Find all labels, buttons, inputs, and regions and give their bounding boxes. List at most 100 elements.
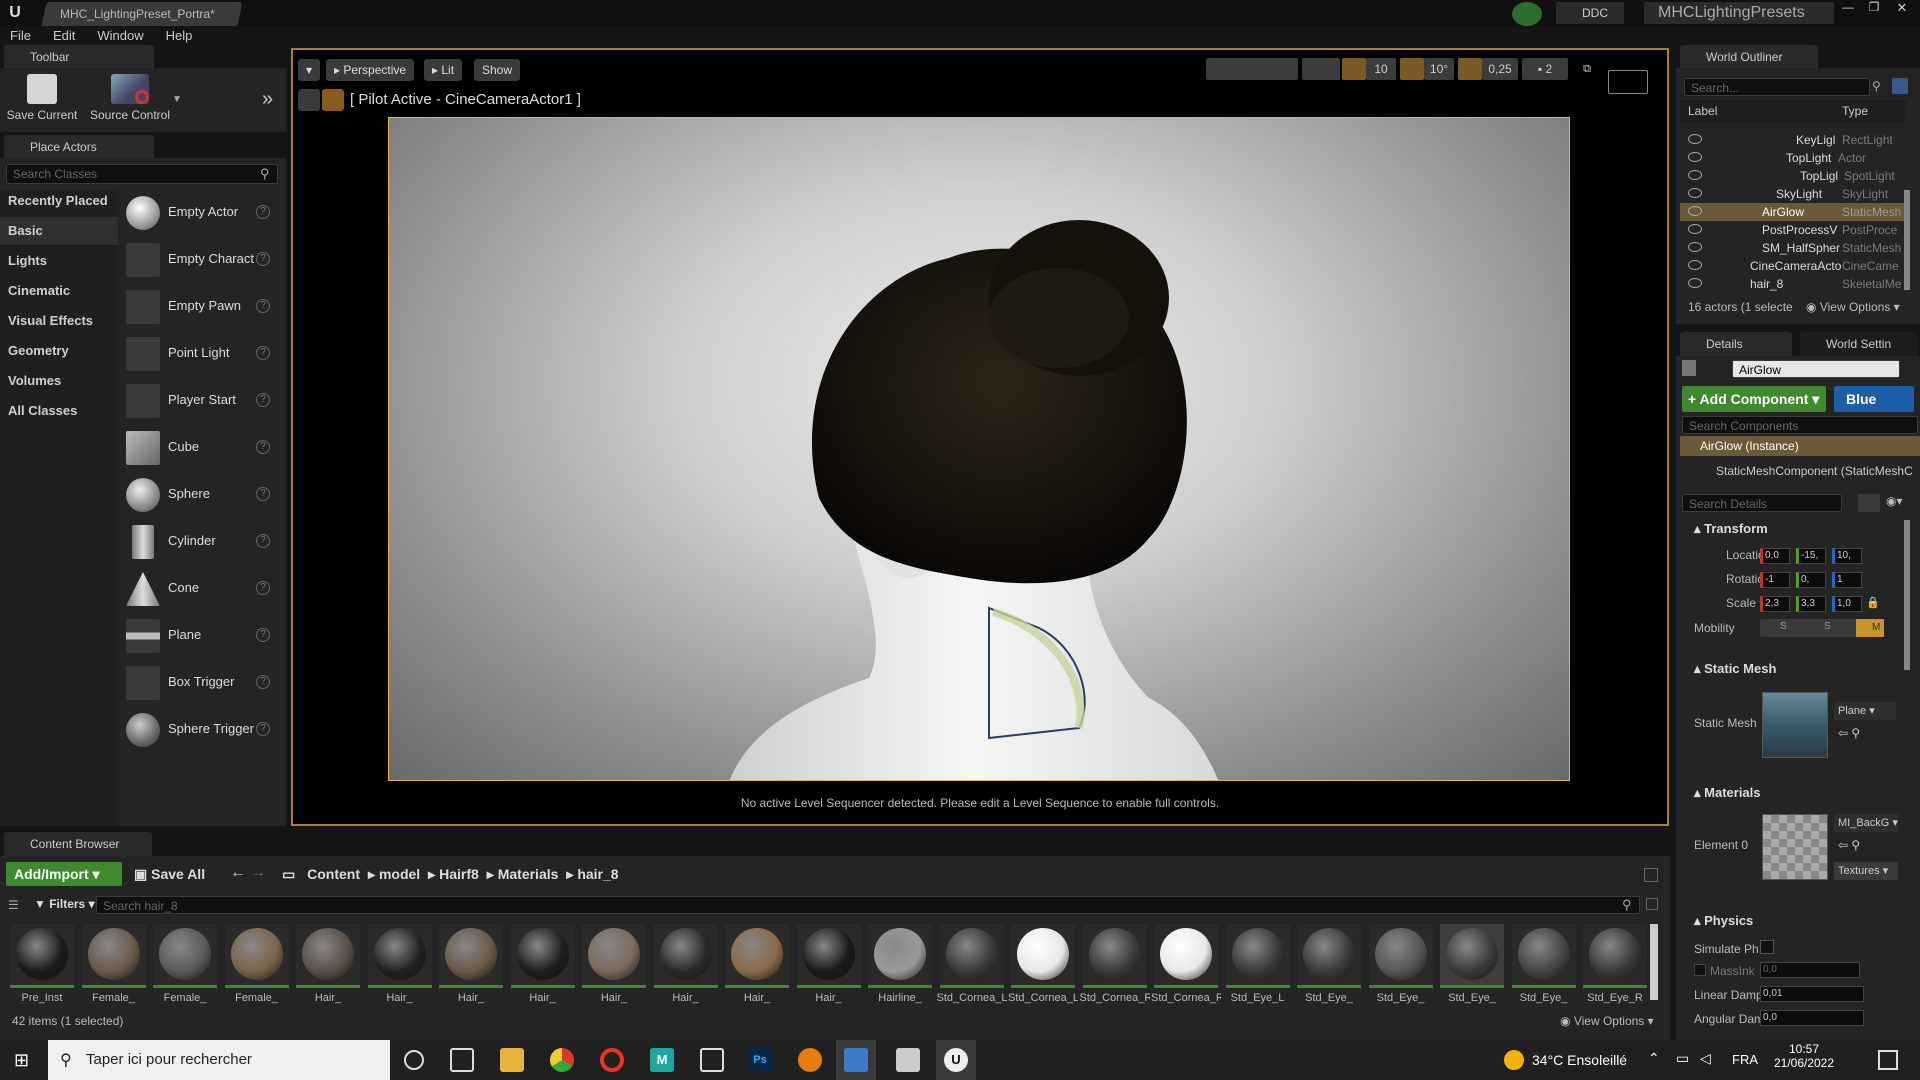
outliner-row[interactable]: TopLight Actor xyxy=(1680,149,1905,167)
unreal-app-active[interactable]: U xyxy=(936,1040,976,1080)
help-icon[interactable]: ? xyxy=(256,628,270,642)
scale-snap-value[interactable]: 0,25 xyxy=(1482,58,1518,80)
photoshop-icon[interactable]: Ps xyxy=(748,1048,772,1072)
scale-x-field[interactable]: 2,3 xyxy=(1760,596,1790,612)
rotation-y-field[interactable]: 0, xyxy=(1796,572,1826,588)
camera-speed-button[interactable]: ▪ 2 xyxy=(1522,58,1568,80)
task-view-icon[interactable] xyxy=(450,1048,474,1072)
content-view-options[interactable]: ◉ View Options ▾ xyxy=(1560,1014,1654,1028)
help-icon[interactable]: ? xyxy=(256,393,270,407)
outliner-row[interactable]: hair_8 SkeletalMe xyxy=(1680,275,1905,293)
content-browser-tab[interactable]: Content Browser xyxy=(4,832,152,856)
help-icon[interactable]: ? xyxy=(256,299,270,313)
maximize-viewport-icon[interactable]: ⧉ xyxy=(1580,62,1594,76)
asset-thumbnail[interactable] xyxy=(1440,924,1504,988)
world-settings-tab[interactable]: World Settin xyxy=(1800,332,1918,356)
category-recently-placed[interactable]: Recently Placed xyxy=(0,187,118,215)
menu-file[interactable]: File xyxy=(10,28,31,43)
asset-thumbnail[interactable] xyxy=(1511,924,1576,988)
actor-empty-pawn[interactable]: Empty Pawn? xyxy=(118,284,278,330)
grid-snap-value[interactable]: 10 xyxy=(1366,58,1396,80)
asset-thumbnail[interactable] xyxy=(224,924,289,988)
actor-player-start[interactable]: Player Start? xyxy=(118,378,278,424)
mobility-toggle[interactable]: S S M xyxy=(1760,619,1884,637)
mobility-stationary[interactable]: S xyxy=(1824,621,1831,632)
breadcrumb-materials[interactable]: Materials xyxy=(498,866,559,882)
category-all-classes[interactable]: All Classes xyxy=(0,397,118,425)
asset-thumbnail[interactable] xyxy=(1082,924,1147,988)
category-visual-effects[interactable]: Visual Effects xyxy=(0,307,118,335)
materials-section[interactable]: ▴ Materials xyxy=(1680,782,1918,804)
static-mesh-section[interactable]: ▴ Static Mesh xyxy=(1680,658,1918,680)
outliner-row[interactable]: CineCameraActo CineCame xyxy=(1680,257,1905,275)
details-tab[interactable]: Details xyxy=(1680,332,1792,356)
visibility-eye-icon[interactable] xyxy=(1688,188,1702,198)
asset-thumbnail[interactable] xyxy=(439,924,503,988)
actor-point-light[interactable]: Point Light? xyxy=(118,331,278,377)
lock-scale-icon[interactable]: 🔒 xyxy=(1866,596,1880,609)
mobility-movable[interactable]: M xyxy=(1856,619,1884,637)
save-current-button[interactable]: Save Current xyxy=(4,74,80,122)
save-all-button[interactable]: ▣ Save All xyxy=(134,866,205,883)
perspective-button[interactable]: ▸ Perspective xyxy=(326,59,415,81)
location-z-field[interactable]: 10, xyxy=(1832,548,1862,564)
asset-thumbnail[interactable] xyxy=(939,924,1004,988)
asset-thumbnail[interactable] xyxy=(796,924,861,988)
viewport-options-icon[interactable]: ▾ xyxy=(298,59,320,81)
source-control-dropdown-icon[interactable]: ▼ xyxy=(172,94,182,105)
visibility-eye-icon[interactable] xyxy=(1688,242,1702,252)
place-actors-tab[interactable]: Place Actors xyxy=(4,135,154,159)
help-icon[interactable]: ? xyxy=(256,581,270,595)
scale-z-field[interactable]: 1,0 xyxy=(1832,596,1862,612)
ddc-button[interactable]: DDC xyxy=(1556,2,1624,24)
add-component-button[interactable]: + Add Component ▾ xyxy=(1682,386,1826,412)
outliner-row[interactable]: TopLigl SpotLight xyxy=(1680,167,1905,185)
forward-arrow-icon[interactable]: → xyxy=(250,864,266,882)
material-browse-icon[interactable]: ⇦ ⚲ xyxy=(1838,838,1860,852)
location-x-field[interactable]: 0,0 xyxy=(1760,548,1790,564)
menu-help[interactable]: Help xyxy=(166,28,193,43)
actor-cone[interactable]: Cone? xyxy=(118,566,278,612)
clock[interactable]: 10:57 21/06/2022 xyxy=(1770,1042,1838,1070)
lit-button[interactable]: ▸ Lit xyxy=(424,59,463,81)
cortana-icon[interactable] xyxy=(404,1050,424,1070)
details-scrollbar[interactable] xyxy=(1904,520,1910,670)
world-outliner-tab[interactable]: World Outliner xyxy=(1680,45,1818,69)
taskbar-search-box[interactable]: ⚲ Taper ici pour rechercher xyxy=(48,1040,390,1080)
asset-thumbnail[interactable] xyxy=(1154,924,1218,988)
asset-thumbnail[interactable] xyxy=(868,924,932,988)
toolbar-expand-icon[interactable]: » xyxy=(262,88,273,111)
weather-label[interactable]: 34°C Ensoleillé xyxy=(1532,1052,1627,1068)
asset-thumbnail[interactable] xyxy=(1011,924,1075,988)
asset-thumbnail[interactable] xyxy=(653,924,718,988)
tray-chevron-icon[interactable]: ⌃ xyxy=(1648,1050,1660,1067)
asset-thumbnail[interactable] xyxy=(1583,924,1647,988)
pilot-camera-icon[interactable] xyxy=(322,89,344,111)
weather-sun-icon[interactable] xyxy=(1504,1050,1524,1070)
asset-thumbnail[interactable] xyxy=(1225,924,1290,988)
file-manager-icon[interactable] xyxy=(896,1048,920,1072)
filters-button[interactable]: ▼ Filters ▾ xyxy=(34,897,95,911)
mass-checkbox[interactable] xyxy=(1694,964,1706,976)
asset-thumbnail[interactable] xyxy=(296,924,360,988)
chrome-icon[interactable] xyxy=(550,1048,574,1072)
add-filter-icon[interactable] xyxy=(1892,78,1908,94)
menu-edit[interactable]: Edit xyxy=(53,28,75,43)
physics-section[interactable]: ▴ Physics xyxy=(1680,910,1918,932)
rotation-snap-icon[interactable] xyxy=(1400,58,1424,80)
grid-snap-icon[interactable] xyxy=(1342,58,1366,80)
toolbar-tab[interactable]: Toolbar xyxy=(4,45,154,69)
transform-section[interactable]: ▴ Transform xyxy=(1680,518,1918,540)
mass-field[interactable]: 0,0 xyxy=(1760,962,1860,978)
help-icon[interactable]: ? xyxy=(256,487,270,501)
category-lights[interactable]: Lights xyxy=(0,247,118,275)
visibility-eye-icon[interactable] xyxy=(1688,152,1702,162)
back-arrow-icon[interactable]: ← xyxy=(230,864,246,882)
use-selected-arrow-icon[interactable]: ⇦ ⚲ xyxy=(1838,726,1860,740)
visibility-eye-icon[interactable] xyxy=(1688,206,1702,216)
breadcrumb-hair-8[interactable]: hair_8 xyxy=(577,866,618,882)
scale-y-field[interactable]: 3,3 xyxy=(1796,596,1826,612)
search-components-input[interactable]: Search Components xyxy=(1682,416,1918,434)
asset-thumbnail[interactable] xyxy=(81,924,146,988)
asset-thumbnail[interactable] xyxy=(10,924,74,988)
